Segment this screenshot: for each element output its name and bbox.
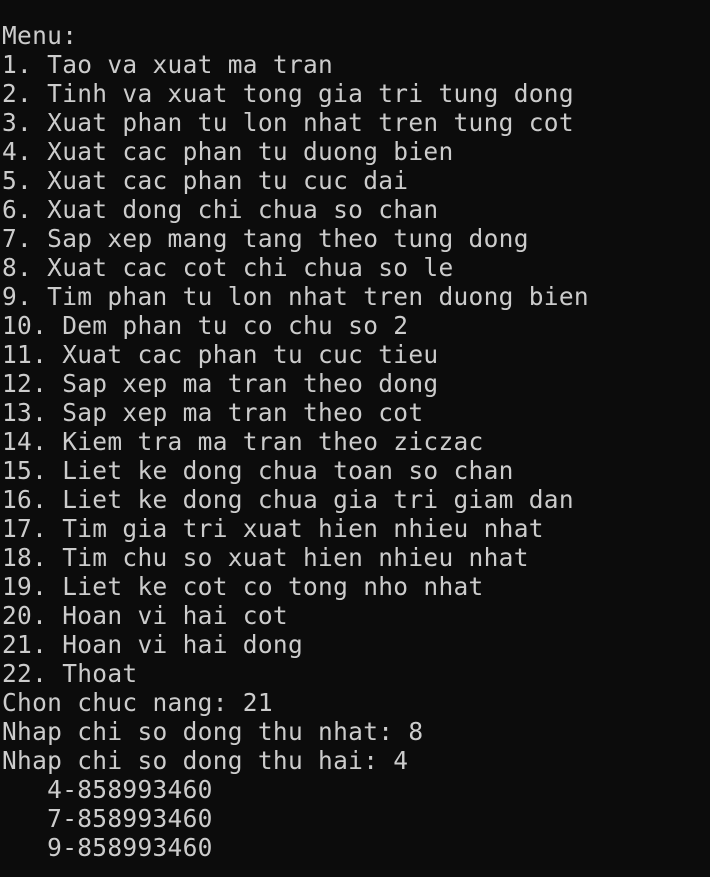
menu-item: 10. Dem phan tu co chu so 2	[2, 311, 409, 340]
menu-item: 17. Tim gia tri xuat hien nhieu nhat	[2, 514, 544, 543]
menu-item: 4. Xuat cac phan tu duong bien	[2, 137, 454, 166]
menu-item: 11. Xuat cac phan tu cuc tieu	[2, 340, 439, 369]
menu-item: 14. Kiem tra ma tran theo ziczac	[2, 427, 484, 456]
menu-item: 2. Tinh va xuat tong gia tri tung dong	[2, 79, 574, 108]
menu-header: Menu:	[2, 21, 78, 50]
menu-item: 9. Tim phan tu lon nhat tren duong bien	[2, 282, 589, 311]
menu-item: 3. Xuat phan tu lon nhat tren tung cot	[2, 108, 574, 137]
row2-prompt: Nhap chi so dong thu hai: 4	[2, 746, 409, 775]
menu-item: 12. Sap xep ma tran theo dong	[2, 369, 439, 398]
menu-item: 22. Thoat	[2, 659, 138, 688]
menu-item: 19. Liet ke cot co tong nho nhat	[2, 572, 484, 601]
row1-prompt: Nhap chi so dong thu nhat: 8	[2, 717, 424, 746]
menu-item: 21. Hoan vi hai dong	[2, 630, 304, 659]
output-line: 4-858993460	[2, 775, 213, 804]
console-output: Menu: 1. Tao va xuat ma tran 2. Tinh va …	[2, 21, 708, 877]
output-line: 7-858993460	[2, 804, 213, 833]
choice-prompt: Chon chuc nang: 21	[2, 688, 273, 717]
menu-item: 15. Liet ke dong chua toan so chan	[2, 456, 514, 485]
menu-item: 6. Xuat dong chi chua so chan	[2, 195, 439, 224]
menu-item: 5. Xuat cac phan tu cuc dai	[2, 166, 409, 195]
menu-item: 20. Hoan vi hai cot	[2, 601, 288, 630]
menu-item: 18. Tim chu so xuat hien nhieu nhat	[2, 543, 529, 572]
menu-item: 16. Liet ke dong chua gia tri giam dan	[2, 485, 574, 514]
menu-item: 7. Sap xep mang tang theo tung dong	[2, 224, 529, 253]
menu-item: 8. Xuat cac cot chi chua so le	[2, 253, 454, 282]
menu-item: 13. Sap xep ma tran theo cot	[2, 398, 424, 427]
output-line: 9-858993460	[2, 833, 213, 862]
menu-item: 1. Tao va xuat ma tran	[2, 50, 334, 79]
